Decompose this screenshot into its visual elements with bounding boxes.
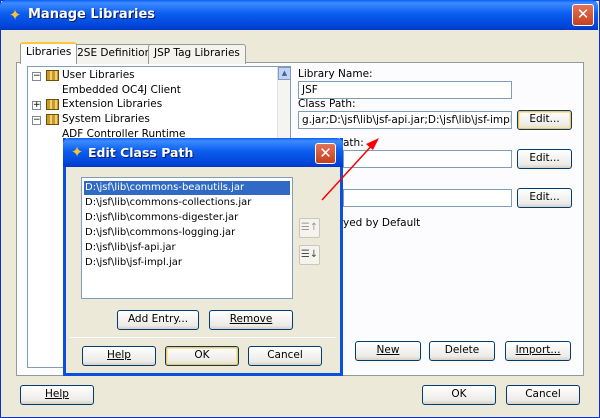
app-icon: ✦ <box>8 6 22 24</box>
scroll-up-icon[interactable]: ▲ <box>278 67 291 80</box>
window-title: Manage Libraries <box>28 7 156 22</box>
dialog-title: Edit Class Path <box>88 145 194 160</box>
list-item[interactable]: D:\jsf\lib\commons-collections.jar <box>84 196 252 210</box>
collapse-icon[interactable]: − <box>32 72 41 81</box>
library-folder-icon <box>46 99 59 110</box>
list-item[interactable]: D:\jsf\lib\commons-beanutils.jar <box>84 181 290 195</box>
cancel-button[interactable]: Cancel <box>506 385 580 405</box>
add-entry-button[interactable]: Add Entry... <box>117 310 199 330</box>
list-item[interactable]: D:\jsf\lib\commons-logging.jar <box>84 226 236 240</box>
tree-item-extension-libraries[interactable]: Extension Libraries <box>62 97 162 112</box>
remove-button[interactable]: Remove <box>209 310 293 330</box>
cancel-button-label: Cancel <box>525 388 561 400</box>
dialog-separator <box>70 337 336 338</box>
expand-icon[interactable]: + <box>32 101 41 110</box>
help-button-label: Help <box>45 388 69 400</box>
delete-button-label: Delete <box>444 344 480 356</box>
tab-libraries[interactable]: Libraries <box>20 42 78 64</box>
help-button[interactable]: Help <box>20 385 94 405</box>
close-icon: ✕ <box>576 5 590 23</box>
collapse-icon[interactable]: − <box>32 116 41 125</box>
source-path-field[interactable] <box>343 150 512 168</box>
new-button[interactable]: New <box>355 341 421 361</box>
move-down-button[interactable]: ☰↓ <box>299 245 320 265</box>
class-path-entry-list[interactable]: D:\jsf\lib\commons-beanutils.jar D:\jsf\… <box>81 177 293 299</box>
dialog-help-button[interactable]: Help <box>82 346 156 366</box>
doc-path-field[interactable] <box>343 189 512 207</box>
tree-item-system-libraries[interactable]: System Libraries <box>62 112 150 127</box>
tree-item-user-libraries[interactable]: User Libraries <box>62 68 135 83</box>
dialog-help-label: Help <box>107 349 131 361</box>
tab-jsp-tag-libraries[interactable]: JSP Tag Libraries <box>148 44 246 64</box>
move-down-icon: ☰↓ <box>300 249 319 260</box>
dialog-cancel-button[interactable]: Cancel <box>248 346 322 366</box>
dialog-ok-button[interactable]: OK <box>165 346 239 366</box>
library-name-field[interactable]: JSF <box>298 81 512 99</box>
list-item[interactable]: D:\jsf\lib\commons-digester.jar <box>84 211 239 225</box>
ok-button-label: OK <box>451 388 467 400</box>
add-entry-label: Add Entry... <box>127 313 189 325</box>
move-up-icon: ☰↑ <box>300 222 319 233</box>
delete-button[interactable]: Delete <box>429 341 495 361</box>
source-path-edit-button[interactable]: Edit... <box>517 149 572 169</box>
library-name-label: Library Name: <box>298 68 373 80</box>
import-button-label: Import... <box>515 344 561 356</box>
library-folder-icon <box>46 114 59 125</box>
list-item[interactable]: D:\jsf\lib\jsf-impl.jar <box>84 256 183 270</box>
doc-path-edit-button[interactable]: Edit... <box>517 188 572 208</box>
dialog-app-icon: ✦ <box>70 143 84 161</box>
class-path-label: Class Path: <box>298 98 356 110</box>
dialog-cancel-label: Cancel <box>267 349 303 361</box>
close-icon: ✕ <box>319 144 332 162</box>
move-up-button[interactable]: ☰↑ <box>299 218 320 238</box>
deployed-by-default-label[interactable]: yed by Default <box>343 217 420 229</box>
list-item[interactable]: D:\jsf\lib\jsf-api.jar <box>84 241 177 255</box>
ok-button[interactable]: OK <box>422 385 496 405</box>
class-path-edit-button[interactable]: Edit... <box>517 110 572 130</box>
source-path-label: ath: <box>343 137 364 149</box>
close-button[interactable]: ✕ <box>572 4 594 26</box>
dialog-ok-label: OK <box>194 349 210 361</box>
import-button[interactable]: Import... <box>505 341 571 361</box>
new-button-label: New <box>376 344 400 356</box>
tree-item-embedded-oc4j-client[interactable]: Embedded OC4J Client <box>62 83 181 98</box>
remove-label: Remove <box>229 313 273 325</box>
class-path-field[interactable]: g.jar;D:\jsf\lib\jsf-api.jar;D:\jsf\lib\… <box>298 111 512 129</box>
library-folder-icon <box>46 70 59 81</box>
dialog-close-button[interactable]: ✕ <box>315 143 336 164</box>
